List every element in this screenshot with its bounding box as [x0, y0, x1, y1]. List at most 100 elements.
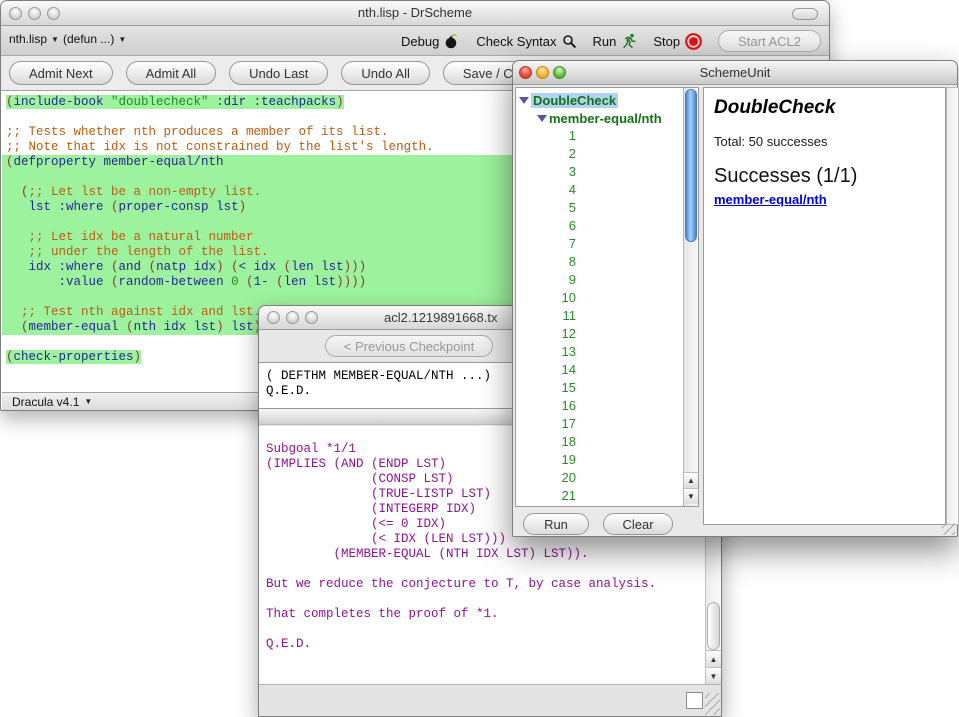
tree-item-case[interactable]: 3	[516, 163, 698, 181]
detail-vertical-scrollbar[interactable]	[946, 87, 959, 525]
check-syntax-label: Check Syntax	[476, 34, 556, 49]
acl2-bottom-panel	[259, 684, 721, 716]
check-syntax-button[interactable]: Check Syntax	[476, 34, 576, 49]
proof-line	[266, 562, 721, 577]
scrollbar-arrows: ▲ ▼	[706, 650, 721, 684]
proof-line: But we reduce the conjecture to T, by ca…	[266, 577, 721, 592]
schemeunit-buttons: Run Clear	[523, 513, 673, 535]
code-line-text	[6, 110, 14, 124]
tree-vertical-scrollbar[interactable]: ▲ ▼	[683, 88, 698, 506]
scrollbar-thumb[interactable]	[685, 89, 697, 242]
tree-case-label: 18	[550, 433, 576, 451]
tree-item-case[interactable]: 7	[516, 235, 698, 253]
minimize-button[interactable]	[286, 311, 299, 324]
tree-item-case[interactable]: 6	[516, 217, 698, 235]
member-equal-nth-link[interactable]: member-equal/nth	[714, 192, 945, 207]
scrollbar-arrows: ▲ ▼	[684, 472, 698, 504]
tree-item-case[interactable]: 18	[516, 433, 698, 451]
proof-line: Q.E.D.	[266, 637, 721, 652]
close-button[interactable]	[267, 311, 280, 324]
tree-item-case[interactable]: 16	[516, 397, 698, 415]
code-line-text	[6, 215, 14, 229]
toolbar-toggle-pill[interactable]	[792, 8, 818, 20]
box-indicator[interactable]	[686, 692, 703, 709]
dracula-button[interactable]: Admit All	[126, 61, 217, 85]
dracula-button[interactable]: Undo All	[341, 61, 429, 85]
file-menu[interactable]: nth.lisp ▼	[9, 32, 59, 46]
code-line-text: (;; Let lst be a non-empty list.	[6, 185, 261, 199]
detail-total: Total: 50 successes	[714, 134, 945, 149]
clear-button[interactable]: Clear	[603, 513, 673, 535]
defun-menu[interactable]: (defun ...) ▼	[63, 32, 126, 46]
scroll-down-button[interactable]: ▼	[684, 488, 698, 504]
tree-item-case[interactable]: 11	[516, 307, 698, 325]
dracula-button[interactable]: Undo Last	[229, 61, 328, 85]
chevron-down-icon: ▼	[51, 35, 59, 44]
window-title: SchemeUnit	[513, 61, 957, 84]
tree-case-label: 15	[550, 379, 576, 397]
tree-item-case[interactable]: 2	[516, 145, 698, 163]
tree-item-case[interactable]: 17	[516, 415, 698, 433]
dracula-version-menu[interactable]: Dracula v4.1	[12, 395, 79, 409]
code-line-text: ;; Let idx be a natural number	[6, 230, 254, 244]
resize-grip[interactable]	[942, 523, 955, 535]
tree-item-case[interactable]: 9	[516, 271, 698, 289]
tree-item-case[interactable]: 19	[516, 451, 698, 469]
tree-item-case[interactable]: 21	[516, 487, 698, 505]
desktop: { "drscheme": { "title": "nth.lisp - DrS…	[0, 0, 959, 712]
run-tests-button[interactable]: Run	[523, 513, 589, 535]
bomb-icon	[444, 33, 460, 49]
tree-item-case[interactable]: 15	[516, 379, 698, 397]
scroll-up-button[interactable]: ▲	[684, 472, 698, 488]
scroll-up-button[interactable]: ▲	[706, 650, 721, 667]
code-line-text	[6, 335, 14, 349]
scrollbar-thumb[interactable]	[707, 602, 720, 650]
tree-item-case[interactable]: 4	[516, 181, 698, 199]
tree-item-case[interactable]: 1	[516, 127, 698, 145]
code-line-text	[6, 290, 14, 304]
tree-item-case[interactable]: 20	[516, 469, 698, 487]
action-buttons: Debug Check Syntax	[401, 26, 821, 56]
previous-checkpoint-button[interactable]: < Previous Checkpoint	[325, 335, 493, 357]
close-button[interactable]	[9, 7, 22, 20]
drscheme-titlebar: nth.lisp - DrScheme	[1, 1, 829, 26]
test-detail-panel: DoubleCheck Total: 50 successes Successe…	[703, 87, 946, 525]
tree-case-label: 21	[550, 487, 576, 505]
tree-item-case[interactable]: 10	[516, 289, 698, 307]
run-button[interactable]: Run	[593, 33, 638, 49]
stop-button[interactable]: Stop	[653, 33, 702, 50]
dracula-button[interactable]: Admit Next	[9, 61, 113, 85]
test-tree-panel: DoubleCheck member-equal/nth 12345678910…	[515, 87, 699, 507]
start-acl2-button[interactable]: Start ACL2	[718, 30, 821, 52]
window-title: acl2.1219891668.tx	[384, 306, 497, 330]
minimize-button[interactable]	[28, 7, 41, 20]
zoom-button[interactable]	[553, 66, 566, 79]
disclosure-triangle-icon[interactable]	[519, 97, 529, 104]
zoom-button[interactable]	[305, 311, 318, 324]
minimize-button[interactable]	[536, 66, 549, 79]
tree-item-doublecheck[interactable]: DoubleCheck	[516, 91, 698, 109]
tree-case-label: 7	[550, 235, 576, 253]
tree-case-label: 14	[550, 361, 576, 379]
disclosure-triangle-icon[interactable]	[537, 115, 547, 122]
tree-item-case[interactable]: 13	[516, 343, 698, 361]
tree-item-case[interactable]: 5	[516, 199, 698, 217]
code-line-text: ;; under the length of the list.	[6, 245, 269, 259]
code-line-text: ;; Test nth against idx and lst.	[6, 305, 261, 319]
tree-item-member-equal-nth[interactable]: member-equal/nth	[516, 109, 698, 127]
window-controls	[519, 66, 566, 79]
code-line-text: lst :where (proper-consp lst)	[6, 200, 246, 214]
zoom-button[interactable]	[47, 7, 60, 20]
close-button[interactable]	[519, 66, 532, 79]
tree-item-case[interactable]: 8	[516, 253, 698, 271]
stop-sign-icon	[685, 33, 702, 50]
tree-item-case[interactable]: 14	[516, 361, 698, 379]
debug-button[interactable]: Debug	[401, 33, 460, 49]
run-label: Run	[593, 34, 617, 49]
schemeunit-window: SchemeUnit DoubleCheck member-equal/nth …	[512, 60, 958, 537]
code-line-text: (defproperty member-equal/nth	[6, 155, 224, 169]
tree-item-case[interactable]: 12	[516, 325, 698, 343]
scroll-down-button[interactable]: ▼	[706, 667, 721, 684]
code-line-text: (include-book "doublecheck" :dir :teachp…	[6, 95, 344, 109]
defun-menu-label: (defun ...)	[63, 32, 114, 46]
